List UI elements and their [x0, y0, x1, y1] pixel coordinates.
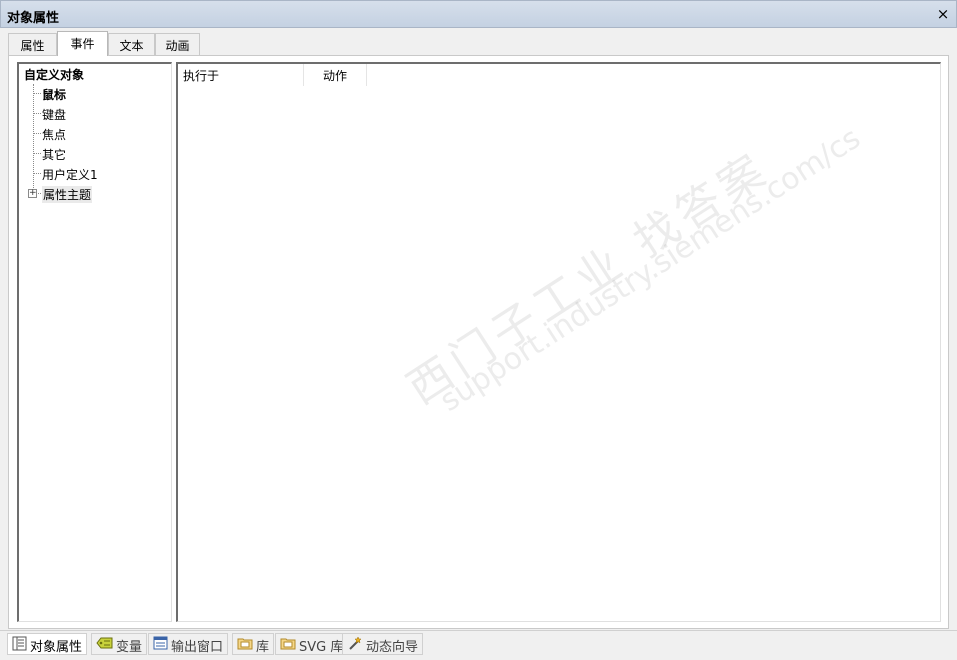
wand-icon [347, 635, 363, 655]
tree-connector [34, 113, 41, 114]
tree-connector [34, 133, 41, 134]
bottom-tab-bar: 对象属性 变量 输出窗口 库 SVG 库 动态向导 [0, 630, 957, 660]
bottom-tab-library[interactable]: 库 [232, 633, 275, 655]
tab-strip: 属性 事件 文本 动画 [8, 31, 948, 56]
tree-connector [34, 153, 41, 154]
tree-item-property-topics[interactable]: 属性主题 [42, 186, 93, 203]
bottom-tab-label: 输出窗口 [171, 639, 224, 655]
bottom-tab-object-properties[interactable]: 对象属性 [7, 633, 88, 655]
bottom-tab-variables[interactable]: 变量 [91, 633, 148, 655]
bottom-tab-label: SVG 库 [299, 639, 344, 655]
window-titlebar: 对象属性 × [0, 0, 957, 28]
tab-events[interactable]: 事件 [57, 31, 108, 56]
svg-library-folder-icon [280, 636, 296, 654]
bottom-tab-label: 对象属性 [30, 639, 83, 655]
column-header-action[interactable]: 动作 [304, 64, 367, 86]
tag-icon [96, 637, 113, 653]
tree-connector [34, 173, 41, 174]
bottom-tab-label: 库 [256, 639, 270, 655]
tree-connector [33, 84, 34, 194]
close-button[interactable]: × [936, 6, 950, 22]
properties-icon [12, 636, 27, 655]
bottom-tab-svg-library[interactable]: SVG 库 [275, 633, 349, 655]
events-panel: 自定义对象 鼠标 键盘 焦点 其它 用户定义1 + 属性主题 执行于 动作 [8, 55, 949, 629]
library-folder-icon [237, 636, 253, 654]
tree-item-other[interactable]: 其它 [42, 146, 66, 163]
event-tree: 自定义对象 鼠标 键盘 焦点 其它 用户定义1 + 属性主题 [17, 62, 172, 622]
expand-plus-icon[interactable]: + [28, 189, 37, 198]
output-window-icon [153, 636, 168, 654]
tree-connector [34, 93, 41, 94]
bottom-tab-label: 变量 [116, 639, 143, 655]
tab-animation[interactable]: 动画 [155, 33, 200, 56]
tab-properties[interactable]: 属性 [8, 33, 57, 56]
tree-root-custom-object[interactable]: 自定义对象 [24, 66, 84, 83]
bottom-tab-dynamic-wizard[interactable]: 动态向导 [342, 633, 424, 655]
tree-item-user-defined[interactable]: 用户定义1 [42, 166, 98, 183]
bottom-tab-output-window[interactable]: 输出窗口 [148, 633, 229, 655]
tree-item-keyboard[interactable]: 键盘 [42, 106, 66, 123]
window-title: 对象属性 [7, 11, 60, 26]
tree-item-mouse[interactable]: 鼠标 [42, 86, 66, 103]
bottom-tab-label: 动态向导 [366, 639, 419, 655]
action-grid: 执行于 动作 [176, 62, 941, 622]
column-header-trigger[interactable]: 执行于 [183, 64, 304, 86]
tree-item-focus[interactable]: 焦点 [42, 126, 66, 143]
tab-text[interactable]: 文本 [108, 33, 155, 56]
